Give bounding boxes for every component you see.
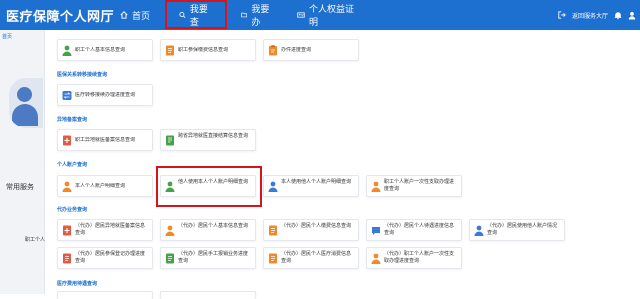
card-proxy-manual-reimbursement[interactable]: （代办）居民手工报销业务进度查询	[160, 247, 256, 269]
card-label: （代办）居民个人基本信息查询	[178, 223, 249, 229]
card-label: （代办）居民个人医疗消费信息查询	[281, 251, 352, 264]
card-label: 本人个人账户明细查询	[75, 183, 126, 189]
nav-rights-label: 个人权益证明	[309, 4, 355, 27]
card-label: 职工个人基本信息查询	[75, 47, 126, 53]
person-icon	[62, 181, 72, 192]
card-label: 办件进度查询	[281, 47, 312, 53]
clipboard-icon	[269, 45, 277, 56]
chat-icon	[372, 227, 380, 235]
card-remote-filing-info[interactable]: 职工异地就医备案信息查询	[57, 129, 153, 151]
logout-icon[interactable]	[558, 11, 566, 19]
card-label: 本人使用他人个人账户明细查询	[281, 179, 352, 185]
card-cross-province-settlement[interactable]: 跨省异地就医直接结算信息查询	[160, 129, 256, 151]
card-proxy-contribution-info[interactable]: （代办）居民个人缴费信息查询	[263, 219, 359, 241]
header-right: 返回服务大厅	[558, 0, 636, 30]
section-title-personal-account: 个人账户查询	[57, 162, 88, 168]
card-label: 医疗转移接续办理进度查询	[75, 92, 136, 98]
hospital-document-icon	[63, 135, 71, 146]
document-icon	[166, 45, 174, 56]
nav-query[interactable]: 我要查	[165, 0, 227, 29]
home-icon	[120, 11, 128, 19]
card-proxy-one-time-withdrawal[interactable]: （代办）职工个人账户一次性支取办理进度查询	[366, 247, 462, 269]
card-progress-query[interactable]: 办件进度查询	[263, 39, 359, 61]
nav-home[interactable]: 首页	[107, 0, 163, 30]
document-icon	[63, 253, 71, 264]
card-label: （代办）居民手工报销业务进度查询	[178, 251, 249, 264]
nav-handle-label: 我要办	[251, 4, 270, 27]
card-label: 职工个人账户一次性支取办理进度查询	[384, 179, 455, 192]
card-one-time-withdrawal-progress[interactable]: 职工个人账户一次性支取办理进度查询	[366, 175, 462, 197]
card-i-use-others-account[interactable]: 本人使用他人个人账户明细查询	[263, 175, 359, 197]
card-proxy-medical-consumption[interactable]: （代办）居民个人医疗消费信息查询	[263, 247, 359, 269]
card-label: （代办）职工个人账户一次性支取办理进度查询	[384, 251, 455, 264]
id-card-icon	[297, 12, 305, 18]
nav-home-label: 首页	[131, 10, 150, 21]
main-nav: 首页 我要查 我要办 个人权益证明	[107, 0, 369, 30]
top-navigation-bar: 医疗保障个人网厅 首页 我要查 我要办 个人权益证明 返回服务大厅	[0, 0, 640, 30]
receipt-icon	[166, 253, 174, 264]
user-icon[interactable]	[628, 11, 636, 20]
transfer-icon	[62, 91, 72, 100]
card-proxy-use-others-account[interactable]: （代办）居民使用他人账户情况查询	[469, 219, 565, 241]
site-title: 医疗保障个人网厅	[6, 9, 115, 24]
person-icon	[62, 45, 72, 56]
back-to-hall-link[interactable]: 返回服务大厅	[572, 11, 608, 20]
person-icon	[268, 181, 278, 192]
section-title-remote-filing: 异地备案查询	[57, 117, 88, 123]
card-label: （代办）居民参保登记办理进度查询	[75, 251, 146, 264]
card-partial[interactable]	[160, 291, 256, 299]
highlight-box	[156, 166, 262, 207]
person-icon	[474, 225, 484, 236]
nav-rights-certificate[interactable]: 个人权益证明	[285, 0, 369, 30]
person-icon	[371, 181, 381, 192]
folder-icon	[241, 12, 248, 18]
person-icon	[165, 225, 175, 236]
card-transfer-progress[interactable]: 医疗转移接续办理进度查询	[57, 84, 153, 106]
card-label: 职工参保缴费信息查询	[178, 47, 229, 53]
sidebar-user-label: 职工个人	[25, 237, 46, 243]
document-icon	[269, 225, 277, 236]
section-title-transfer: 医保关系转移接续查询	[57, 72, 108, 78]
section-title-medical-expense: 医疗费用待遇查询	[57, 281, 98, 287]
card-proxy-benefit-progress[interactable]: （代办）居民个人待遇进度信息查询	[366, 219, 462, 241]
card-label: 职工异地就医备案信息查询	[75, 137, 136, 143]
card-label: 跨省异地就医直接结算信息查询	[178, 133, 249, 139]
main-content: 职工个人基本信息查询 职工参保缴费信息查询 办件进度查询 医保关系转移接续查询 …	[45, 30, 640, 299]
sidebar-home-tag[interactable]: 首页	[2, 33, 12, 40]
common-services-title: 常用服务	[6, 184, 34, 191]
card-proxy-remote-filing[interactable]: （代办）居民异地就医备案信息查询	[57, 219, 153, 241]
person-icon	[371, 253, 381, 264]
document-icon	[269, 253, 277, 264]
card-proxy-basic-info[interactable]: （代办）居民个人基本信息查询	[160, 219, 256, 241]
card-contribution-info[interactable]: 职工参保缴费信息查询	[160, 39, 256, 61]
card-label: （代办）居民使用他人账户情况查询	[487, 223, 558, 236]
hospital-document-icon	[63, 225, 71, 236]
nav-handle[interactable]: 我要办	[229, 0, 285, 30]
card-proxy-registration-progress[interactable]: （代办）居民参保登记办理进度查询	[57, 247, 153, 269]
card-partial[interactable]	[57, 291, 153, 299]
card-label: （代办）居民个人缴费信息查询	[281, 223, 352, 229]
settlement-icon	[166, 135, 174, 146]
search-icon	[179, 11, 186, 18]
bell-icon[interactable]	[614, 11, 622, 20]
section-title-proxy-business: 代办业务查询	[57, 207, 88, 213]
card-own-account-detail[interactable]: 本人个人账户明细查询	[57, 175, 153, 197]
nav-query-label: 我要查	[189, 3, 208, 27]
sidebar: 首页 常用服务 职工个人	[0, 30, 45, 294]
avatar	[9, 78, 43, 128]
card-label: （代办）居民异地就医备案信息查询	[75, 223, 146, 236]
card-label: （代办）居民个人待遇进度信息查询	[384, 223, 455, 236]
card-personal-basic-info[interactable]: 职工个人基本信息查询	[57, 39, 153, 61]
